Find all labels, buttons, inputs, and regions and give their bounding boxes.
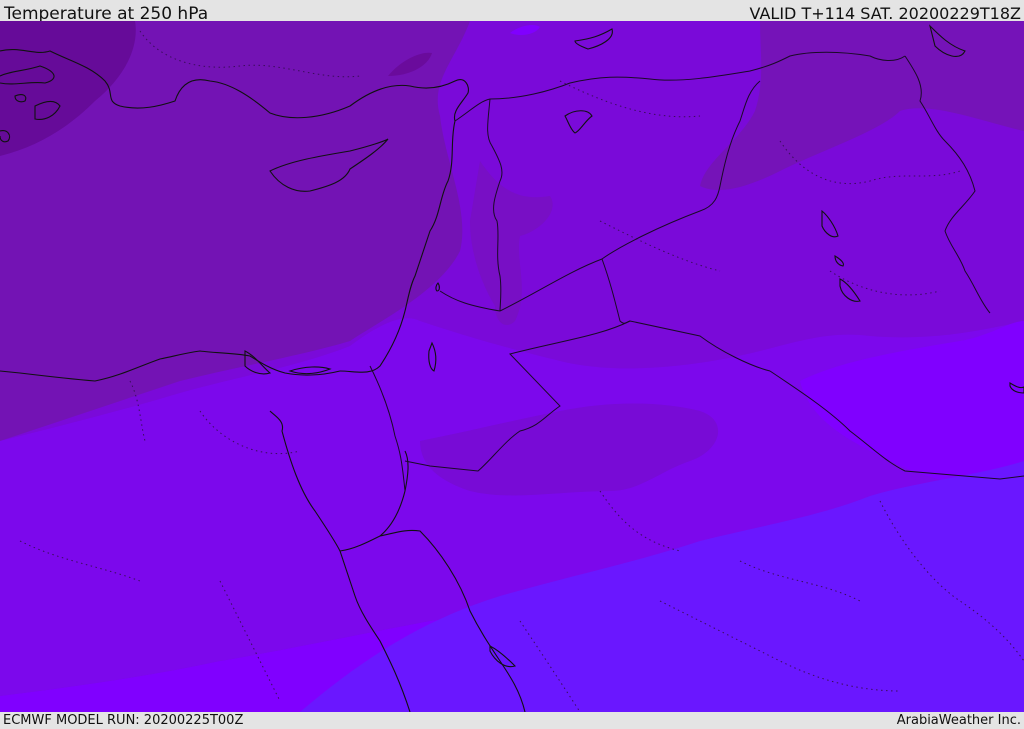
map-canvas bbox=[0, 21, 1024, 712]
model-run-label: ECMWF MODEL RUN: 20200225T00Z bbox=[3, 713, 244, 728]
footer-bar: ECMWF MODEL RUN: 20200225T00Z ArabiaWeat… bbox=[0, 712, 1024, 729]
header-bar: Temperature at 250 hPa VALID T+114 SAT. … bbox=[0, 0, 1024, 24]
temperature-shading bbox=[0, 21, 1024, 712]
brand-label: ArabiaWeather Inc. bbox=[896, 713, 1021, 728]
temperature-map[interactable] bbox=[0, 21, 1024, 712]
